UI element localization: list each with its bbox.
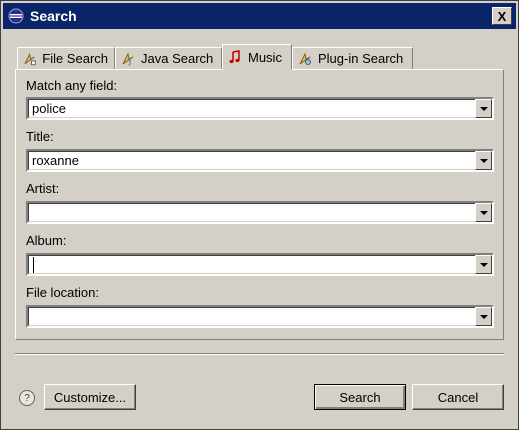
eclipse-icon: [8, 8, 24, 24]
tab-label: Music: [248, 49, 282, 65]
music-search-panel: Match any field: police Title: roxanne A…: [15, 69, 504, 340]
file-search-icon: [24, 52, 36, 65]
search-dialog: Search X File Search J Java Search Music…: [0, 0, 519, 430]
help-icon[interactable]: ?: [19, 390, 35, 406]
tab-java-search[interactable]: J Java Search: [115, 47, 222, 69]
chevron-down-icon[interactable]: [475, 203, 492, 222]
window-title: Search: [30, 8, 77, 24]
separator: [15, 353, 504, 355]
tab-label: File Search: [42, 51, 108, 66]
tab-label: Plug-in Search: [318, 51, 404, 66]
title-label: Title:: [26, 129, 54, 144]
svg-text:J: J: [128, 58, 131, 66]
customize-button[interactable]: Customize...: [44, 384, 136, 410]
close-icon: X: [497, 8, 507, 24]
artist-combo[interactable]: [26, 201, 494, 224]
chevron-down-icon[interactable]: [475, 307, 492, 326]
title-bar[interactable]: Search X: [3, 3, 516, 29]
search-button[interactable]: Search: [314, 384, 406, 410]
match-any-field-value: police: [32, 101, 66, 116]
match-any-field-label: Match any field:: [26, 78, 118, 93]
java-search-icon: J: [122, 51, 134, 66]
tab-label: Java Search: [141, 51, 214, 66]
title-combo[interactable]: roxanne: [26, 149, 494, 172]
match-any-field-combo[interactable]: police: [26, 97, 494, 120]
tab-music[interactable]: Music: [222, 44, 292, 70]
tab-file-search[interactable]: File Search: [17, 47, 115, 69]
title-value: roxanne: [32, 153, 79, 168]
chevron-down-icon[interactable]: [475, 255, 492, 274]
music-note-icon: [229, 50, 240, 64]
chevron-down-icon[interactable]: [475, 151, 492, 170]
album-combo[interactable]: [26, 253, 494, 276]
album-label: Album:: [26, 233, 67, 248]
plugin-search-icon: [299, 51, 311, 65]
file-location-label: File location:: [26, 285, 99, 300]
close-button[interactable]: X: [492, 7, 512, 25]
tab-plugin-search[interactable]: Plug-in Search: [292, 47, 413, 69]
text-cursor: [33, 257, 34, 273]
chevron-down-icon[interactable]: [475, 99, 492, 118]
file-location-combo[interactable]: [26, 305, 494, 328]
artist-label: Artist:: [26, 181, 60, 196]
cancel-button[interactable]: Cancel: [412, 384, 504, 410]
